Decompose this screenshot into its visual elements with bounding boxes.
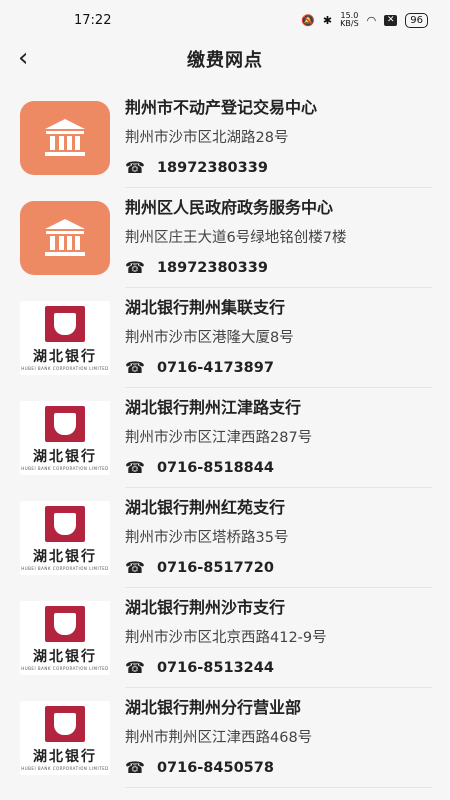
item-name: 湖北银行荆州江津路支行 <box>125 398 302 417</box>
mute-icon: 🔕 <box>301 13 315 27</box>
item-phone[interactable]: ☎ 0716-8518844 <box>125 453 450 483</box>
wifi-icon: ◠ <box>366 13 377 27</box>
item-info: 湖北银行荆州红苑支行 荆州市沙市区塔桥路35号 ☎ 0716-8517720 <box>125 493 450 583</box>
bank-logo-name: 湖北银行 <box>33 648 97 665</box>
item-info: 荆州区人民政府政务服务中心 荆州区庄王大道6号绿地铭创楼7楼 ☎ 1897238033… <box>125 193 450 283</box>
bank-logo-name: 湖北银行 <box>33 448 97 465</box>
bank-logo: 湖北银行 HUBEI BANK CORPORATION LIMITED <box>20 601 110 675</box>
bank-logo-sub: HUBEI BANK CORPORATION LIMITED <box>21 665 109 671</box>
item-address: 荆州市沙市区北湖路28号 <box>125 130 289 146</box>
sim-off-icon: ✕ <box>384 14 398 26</box>
network-speed: 15.0 KB/S <box>340 11 359 28</box>
bank-logo: 湖北银行 HUBEI BANK CORPORATION LIMITED <box>20 401 110 475</box>
item-address: 荆州市沙市区江津西路287号 <box>125 430 313 446</box>
list-item[interactable]: 荆州市不动产登记交易中心 荆州市沙市区北湖路28号 ☎ 18972380339 <box>0 88 450 188</box>
government-building-icon <box>20 101 110 175</box>
list-item[interactable]: 湖北银行 HUBEI BANK CORPORATION LIMITED 湖北银行荆州… <box>0 688 450 788</box>
status-time: 17:22 <box>74 12 112 28</box>
list-item[interactable]: 湖北银行 HUBEI BANK CORPORATION LIMITED 湖北银行荆州… <box>0 388 450 488</box>
item-address: 荆州市沙市区塔桥路35号 <box>125 530 289 546</box>
item-info: 荆州市不动产登记交易中心 荆州市沙市区北湖路28号 ☎ 18972380339 <box>125 93 450 183</box>
item-info: 湖北银行荆州江津路支行 荆州市沙市区江津西路287号 ☎ 0716-8518844 <box>125 393 450 483</box>
government-building-icon <box>20 201 110 275</box>
item-phone-number: 0716-8517720 <box>156 560 274 576</box>
item-phone-number: 0716-8513244 <box>156 660 274 676</box>
item-address: 荆州市沙市区北京西路412-9号 <box>125 630 327 646</box>
bank-mark-icon <box>45 405 85 442</box>
item-phone-number: 0716-8518844 <box>156 460 274 476</box>
phone-icon: ☎ <box>125 458 145 477</box>
phone-icon: ☎ <box>125 558 145 577</box>
list-item[interactable]: 湖北银行 HUBEI BANK CORPORATION LIMITED 湖北银行荆州… <box>0 488 450 588</box>
bank-mark-icon <box>45 605 85 642</box>
bank-logo-sub: HUBEI BANK CORPORATION LIMITED <box>21 765 109 771</box>
item-phone[interactable]: ☎ 0716-4173897 <box>125 353 450 383</box>
battery-indicator: 96 <box>405 12 428 28</box>
item-phone[interactable]: ☎ 0716-8517720 <box>125 553 450 583</box>
item-name: 湖北银行荆州分行营业部 <box>125 698 302 717</box>
bank-logo-sub: HUBEI BANK CORPORATION LIMITED <box>21 365 109 371</box>
bank-mark-icon <box>45 705 85 742</box>
bank-logo-name: 湖北银行 <box>33 348 97 365</box>
bank-logo-name: 湖北银行 <box>33 748 97 765</box>
list-item[interactable]: 荆州区人民政府政务服务中心 荆州区庄王大道6号绿地铭创楼7楼 ☎ 1897238033… <box>0 188 450 288</box>
item-address: 荆州市沙市区港隆大厦8号 <box>125 330 294 346</box>
app-header: ‹ 缴费网点 <box>0 40 450 78</box>
bank-mark-icon <box>45 305 85 342</box>
status-icons: 🔕 ✱ 15.0 KB/S ◠ ✕ 96 <box>301 12 428 28</box>
item-phone-number: 18972380339 <box>156 260 268 276</box>
payment-point-list: 荆州市不动产登记交易中心 荆州市沙市区北湖路28号 ☎ 18972380339 荆州区人… <box>0 88 450 788</box>
bank-logo: 湖北银行 HUBEI BANK CORPORATION LIMITED <box>20 701 110 775</box>
item-name: 荆州市不动产登记交易中心 <box>125 98 318 117</box>
item-phone[interactable]: ☎ 0716-8450578 <box>125 753 450 783</box>
phone-icon: ☎ <box>125 758 145 777</box>
item-phone-number: 0716-4173897 <box>156 360 274 376</box>
item-name: 湖北银行荆州红苑支行 <box>125 498 286 517</box>
item-phone[interactable]: ☎ 18972380339 <box>125 253 450 283</box>
item-name: 湖北银行荆州集联支行 <box>125 298 286 317</box>
item-phone-number: 18972380339 <box>156 160 268 176</box>
item-name: 荆州区人民政府政务服务中心 <box>125 198 334 217</box>
item-address: 荆州区庄王大道6号绿地铭创楼7楼 <box>125 230 347 246</box>
item-info: 湖北银行荆州集联支行 荆州市沙市区港隆大厦8号 ☎ 0716-4173897 <box>125 293 450 383</box>
chevron-left-icon[interactable]: ‹ <box>18 44 28 72</box>
phone-icon: ☎ <box>125 258 145 277</box>
item-info: 湖北银行荆州沙市支行荆州市沙市区北京西路412-9号 ☎ 0716-8513244 <box>125 593 450 683</box>
bank-logo-sub: HUBEI BANK CORPORATION LIMITED <box>21 565 109 571</box>
bank-logo: 湖北银行 HUBEI BANK CORPORATION LIMITED <box>20 501 110 575</box>
bank-mark-icon <box>45 505 85 542</box>
item-phone[interactable]: ☎ 18972380339 <box>125 153 450 183</box>
item-phone[interactable]: ☎ 0716-8513244 <box>125 653 450 683</box>
bluetooth-icon: ✱ <box>322 13 333 27</box>
status-bar: 17:22 🔕 ✱ 15.0 KB/S ◠ ✕ 96 <box>0 0 450 40</box>
phone-icon: ☎ <box>125 158 145 177</box>
phone-icon: ☎ <box>125 658 145 677</box>
bank-logo-name: 湖北银行 <box>33 548 97 565</box>
item-address: 荆州市荆州区江津西路468号 <box>125 730 313 746</box>
phone-icon: ☎ <box>125 358 145 377</box>
bank-logo-sub: HUBEI BANK CORPORATION LIMITED <box>21 465 109 471</box>
item-name: 湖北银行荆州沙市支行 <box>125 598 286 617</box>
page-title: 缴费网点 <box>187 50 263 71</box>
list-item[interactable]: 湖北银行 HUBEI BANK CORPORATION LIMITED 湖北银行荆州… <box>0 588 450 688</box>
item-phone-number: 0716-8450578 <box>156 760 274 776</box>
bank-logo: 湖北银行 HUBEI BANK CORPORATION LIMITED <box>20 301 110 375</box>
list-item[interactable]: 湖北银行 HUBEI BANK CORPORATION LIMITED 湖北银行荆州… <box>0 288 450 388</box>
item-info: 湖北银行荆州分行营业部 荆州市荆州区江津西路468号 ☎ 0716-8450578 <box>125 693 450 783</box>
